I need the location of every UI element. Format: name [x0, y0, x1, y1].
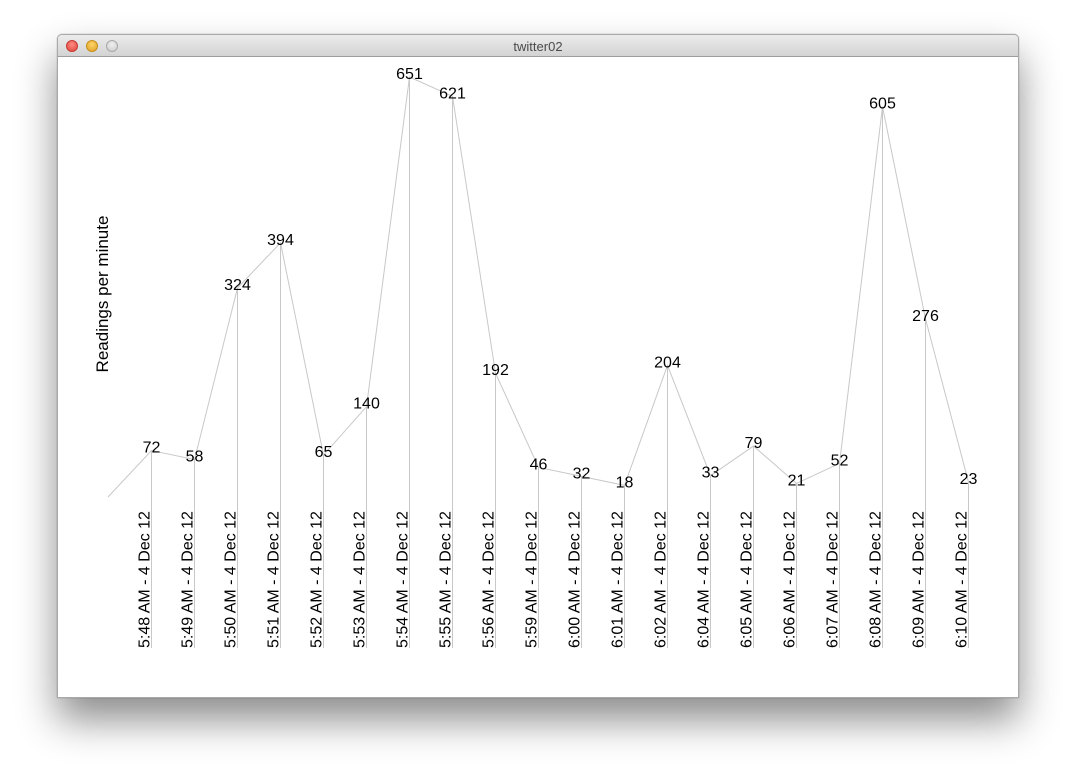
x-tick-label: 6:05 AM - 4 Dec 12	[739, 511, 756, 648]
data-label: 204	[654, 354, 681, 371]
chart-area: Readings per minute 5:48 AM - 4 Dec 12 5:…	[58, 57, 1018, 697]
data-label: 605	[869, 96, 896, 113]
data-label: 72	[143, 440, 161, 457]
data-label: 32	[573, 465, 591, 482]
data-label: 46	[530, 456, 548, 473]
y-axis-label: Readings per minute	[93, 216, 112, 373]
data-label: 79	[745, 435, 763, 452]
data-label: 18	[616, 474, 634, 491]
x-tick-label: 6:10 AM - 4 Dec 12	[954, 511, 971, 648]
data-label: 394	[267, 232, 294, 249]
x-tick-label: 6:06 AM - 4 Dec 12	[782, 511, 799, 648]
x-tick-label: 6:09 AM - 4 Dec 12	[911, 511, 928, 648]
x-tick-label: 5:48 AM - 4 Dec 12	[137, 511, 154, 648]
x-tick-label: 5:59 AM - 4 Dec 12	[524, 511, 541, 648]
data-label: 21	[788, 472, 806, 489]
title-bar[interactable]: twitter02	[58, 35, 1018, 57]
app-window: twitter02 Readings per minute 5:48 AM - …	[57, 34, 1019, 698]
data-label: 276	[912, 308, 939, 325]
x-tick-label: 6:07 AM - 4 Dec 12	[825, 511, 842, 648]
x-tick-label: 5:54 AM - 4 Dec 12	[395, 511, 412, 648]
data-label: 621	[439, 85, 466, 102]
data-label: 58	[186, 449, 204, 466]
data-label: 33	[702, 465, 720, 482]
window-title: twitter02	[513, 39, 563, 54]
data-label: 192	[482, 362, 509, 379]
data-label: 651	[396, 66, 423, 83]
x-tick-label: 5:49 AM - 4 Dec 12	[180, 511, 197, 648]
data-label: 23	[960, 471, 978, 488]
x-tick-label: 5:53 AM - 4 Dec 12	[352, 511, 369, 648]
x-tick-label: 6:00 AM - 4 Dec 12	[567, 511, 584, 648]
x-tick-label: 5:55 AM - 4 Dec 12	[438, 511, 455, 648]
x-tick-label: 6:01 AM - 4 Dec 12	[610, 511, 627, 648]
data-label: 65	[315, 444, 333, 461]
x-tick-label: 5:51 AM - 4 Dec 12	[266, 511, 283, 648]
data-label: 52	[831, 452, 849, 469]
x-tick-label: 6:08 AM - 4 Dec 12	[868, 511, 885, 648]
x-tick-label: 5:50 AM - 4 Dec 12	[223, 511, 240, 648]
x-tick-label: 5:52 AM - 4 Dec 12	[309, 511, 326, 648]
data-label: 324	[224, 277, 251, 294]
x-tick-label: 6:02 AM - 4 Dec 12	[653, 511, 670, 648]
line-chart: Readings per minute 5:48 AM - 4 Dec 12 5:…	[93, 66, 978, 648]
data-label: 140	[353, 396, 380, 413]
x-tick-label: 5:56 AM - 4 Dec 12	[481, 511, 498, 648]
x-tick-label: 6:04 AM - 4 Dec 12	[696, 511, 713, 648]
